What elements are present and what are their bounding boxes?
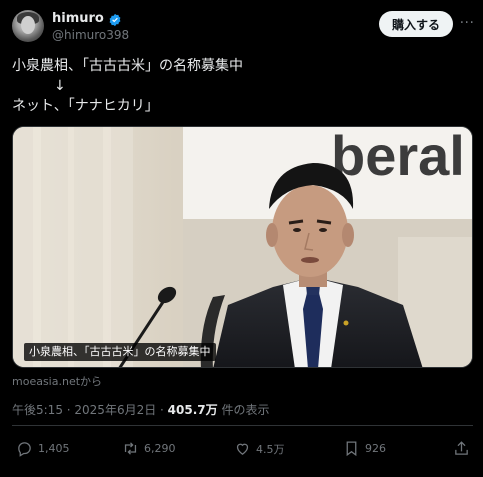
tweet-meta: 午後5:15 · 2025年6月2日 · 405.7万 件の表示 bbox=[12, 401, 269, 418]
reply-icon bbox=[18, 442, 31, 457]
tweet-media-image[interactable]: beral 小泉農相、「古古古米」の名称募集中 bbox=[12, 126, 473, 368]
reply-button[interactable]: 1,405 bbox=[16, 440, 70, 457]
retweet-icon bbox=[124, 442, 137, 455]
action-bar: 1,405 6,290 4.5万 926 bbox=[12, 440, 473, 460]
more-options-icon[interactable]: ··· bbox=[457, 13, 477, 33]
views-label: 件の表示 bbox=[217, 403, 270, 417]
tweet-text: 小泉農相、「古古古米」の名称募集中 ↓ ネット、「ナナヒカリ」 bbox=[12, 56, 472, 116]
share-button[interactable] bbox=[453, 440, 470, 457]
post-time[interactable]: 午後5:15 bbox=[12, 403, 63, 417]
buy-button[interactable]: 購入する bbox=[379, 11, 453, 37]
name-row: himuro bbox=[52, 11, 122, 26]
like-count: 4.5万 bbox=[256, 442, 285, 456]
source-link[interactable]: moeasia.netから bbox=[12, 373, 102, 389]
tweet-header: himuro @himuro398 購入する ··· bbox=[12, 10, 474, 46]
video-caption: 小泉農相、「古古古米」の名称募集中 bbox=[24, 343, 216, 361]
bookmark-count: 926 bbox=[365, 442, 386, 455]
backdrop-text: beral bbox=[331, 127, 465, 187]
divider bbox=[12, 425, 473, 426]
tweet-line-3: ネット、「ナナヒカリ」 bbox=[12, 98, 159, 114]
views-count: 405.7万 bbox=[167, 403, 218, 417]
share-icon bbox=[455, 441, 468, 455]
avatar[interactable] bbox=[12, 10, 44, 42]
bookmark-button[interactable]: 926 bbox=[343, 440, 386, 457]
verified-badge-icon bbox=[108, 12, 122, 26]
like-button[interactable]: 4.5万 bbox=[234, 440, 285, 457]
meta-separator: · bbox=[62, 403, 75, 417]
media-photo: beral bbox=[13, 127, 472, 367]
meta-separator-2: · bbox=[156, 403, 168, 417]
tweet-line-2: ↓ bbox=[12, 78, 66, 94]
retweet-count: 6,290 bbox=[144, 442, 176, 455]
bookmark-icon bbox=[346, 441, 357, 457]
tweet-line-1: 小泉農相、「古古古米」の名称募集中 bbox=[12, 58, 243, 74]
reply-count: 1,405 bbox=[38, 442, 70, 455]
post-date[interactable]: 2025年6月2日 bbox=[74, 403, 156, 417]
retweet-button[interactable]: 6,290 bbox=[122, 440, 176, 457]
handle[interactable]: @himuro398 bbox=[52, 28, 129, 42]
display-name[interactable]: himuro bbox=[52, 11, 104, 26]
avatar-face bbox=[21, 16, 35, 34]
heart-icon bbox=[236, 443, 249, 455]
